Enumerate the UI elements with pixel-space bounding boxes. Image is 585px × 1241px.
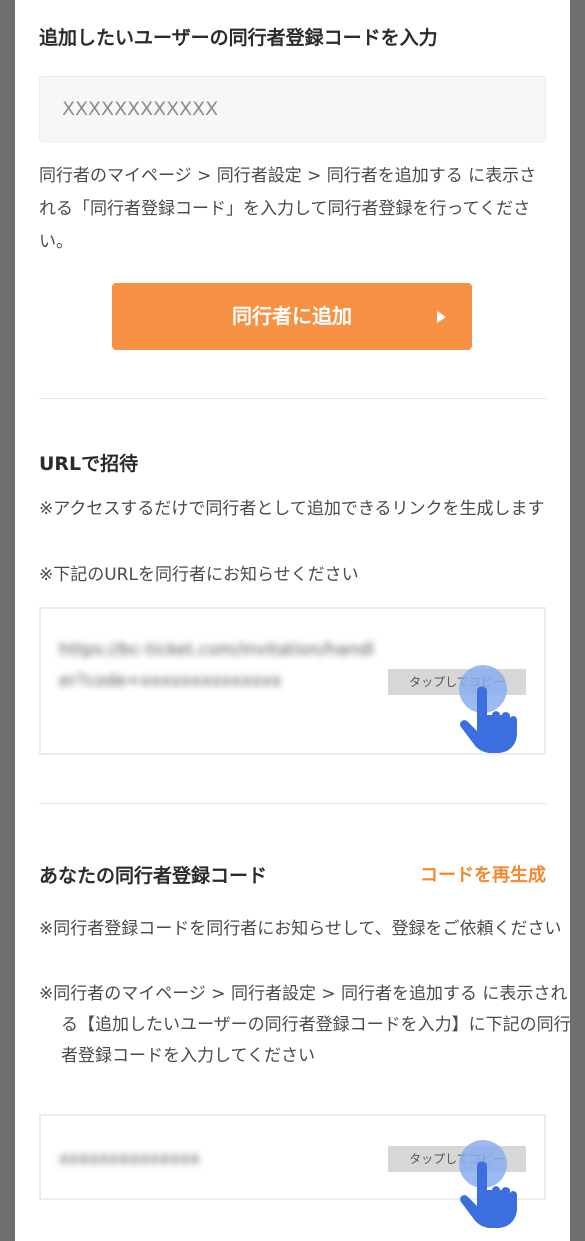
add-companion-button[interactable]: 同行者に追加 <box>112 283 472 350</box>
my-code-copy-box[interactable]: xxxxxxxxxxxxxx タップしてコピー <box>39 1114 546 1228</box>
my-code-note-1: ※同行者登録コードを同行者にお知らせして、登録をご依頼ください <box>39 919 562 939</box>
enter-code-instructions: 同行者のマイページ > 同行者設定 > 同行者を追加する に表示される「同行者登… <box>39 166 537 252</box>
section-divider <box>39 803 546 804</box>
enter-code-heading: 追加したいユーザーの同行者登録コードを入力 <box>39 27 438 49</box>
tap-hand-icon <box>459 665 517 753</box>
add-companion-button-label: 同行者に追加 <box>232 304 352 328</box>
my-code-value: xxxxxxxxxxxxxx <box>59 1149 200 1169</box>
invite-url-heading: URLで招待 <box>39 453 139 475</box>
invite-url-value: https://bc-ticket.com/invitation/handler… <box>59 640 374 691</box>
section-divider <box>39 398 546 399</box>
my-code-note-2: ※同行者のマイページ > 同行者設定 > 同行者を追加する に表示される【追加し… <box>39 984 570 1066</box>
invite-url-copy-box[interactable]: https://bc-ticket.com/invitation/handler… <box>39 607 546 755</box>
play-arrow-icon <box>437 311 446 323</box>
companion-code-input[interactable] <box>39 76 546 142</box>
companion-settings-card: 追加したいユーザーの同行者登録コードを入力 同行者のマイページ > 同行者設定 … <box>15 0 570 1241</box>
tap-hand-icon <box>459 1140 517 1228</box>
my-code-heading: あなたの同行者登録コード <box>39 865 268 887</box>
invite-url-note-2: ※下記のURLを同行者にお知らせください <box>39 565 359 585</box>
invite-url-note-1: ※アクセスするだけで同行者として追加できるリンクを生成します <box>39 499 545 519</box>
regenerate-code-link[interactable]: コードを再生成 <box>420 862 546 890</box>
